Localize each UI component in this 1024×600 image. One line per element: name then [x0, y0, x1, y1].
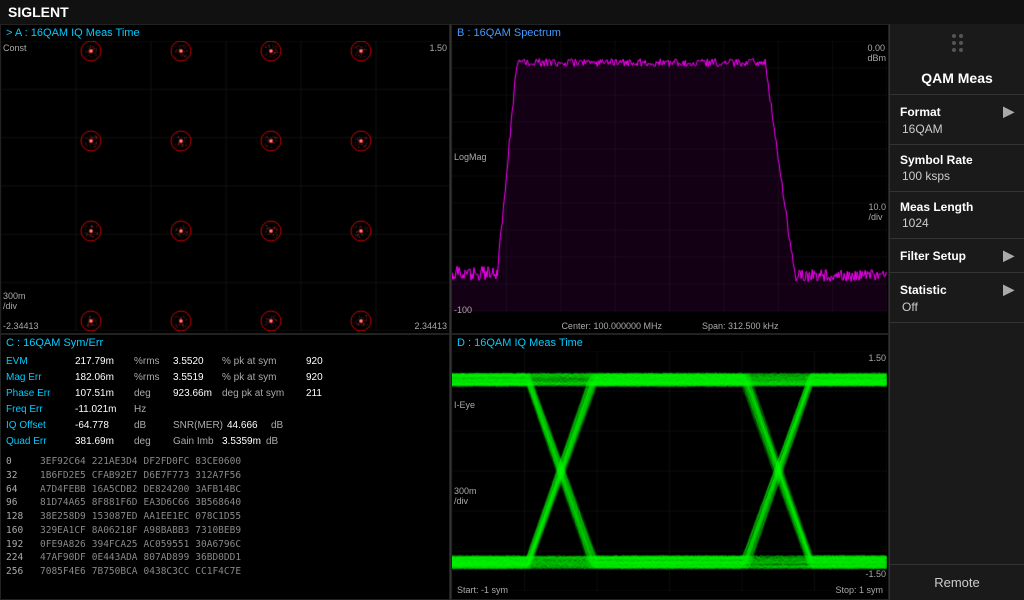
panel-a-y-div: 300m/div [3, 291, 26, 311]
sidebar-item-meas-length: Meas Length 1024 [890, 192, 1024, 239]
spectrum-plot [452, 41, 887, 331]
panel-b-y-top: 0.00dBm [867, 43, 886, 63]
panel-a-title: > A : 16QAM IQ Meas Time [1, 25, 449, 41]
panel-d-y-max: 1.50 [868, 353, 886, 363]
panel-d-y-min: -1.50 [865, 569, 886, 579]
panel-b-span: Span: 312.500 kHz [702, 321, 779, 331]
format-arrow: ▶ [1003, 103, 1014, 120]
panel-b-y-div: 10.0/div [868, 202, 886, 222]
dots-menu [890, 24, 1024, 62]
format-label: Format [900, 105, 941, 119]
panel-d-start: Start: -1 sym [457, 585, 508, 595]
sidebar-title: QAM Meas [890, 62, 1024, 95]
panel-b-center: Center: 100.000000 MHz [561, 321, 662, 331]
symbol-rate-value: 100 ksps [900, 169, 1014, 183]
panel-b-logmag: LogMag [454, 152, 487, 162]
hex-data: 03EF92C64221AE3D4DF2FD0FC83CE0600 321B6F… [1, 453, 449, 581]
constellation-plot [1, 41, 450, 331]
panel-d-stop: Stop: 1 sym [835, 585, 883, 595]
statistic-arrow: ▶ [1003, 281, 1014, 298]
sidebar-item-filter-setup[interactable]: Filter Setup ▶ [890, 239, 1024, 273]
panel-c-title: C : 16QAM Sym/Err [1, 335, 449, 351]
brand-logo: SIGLENT [8, 4, 69, 20]
sidebar-item-format[interactable]: Format ▶ 16QAM [890, 95, 1024, 145]
panel-a-x-min: -2.34413 [3, 321, 39, 331]
filter-setup-label: Filter Setup [900, 249, 966, 263]
symbol-rate-label: Symbol Rate [900, 153, 973, 167]
sidebar-item-statistic[interactable]: Statistic ▶ Off [890, 273, 1024, 323]
statistic-value: Off [900, 300, 1014, 314]
panel-b-title: B : 16QAM Spectrum [452, 25, 888, 41]
panel-d-i-eye: I-Eye [454, 400, 475, 410]
remote-label: Remote [890, 564, 1024, 600]
meas-length-label: Meas Length [900, 200, 973, 214]
eye-diagram-plot [452, 351, 887, 591]
statistic-label: Statistic [900, 283, 947, 297]
panel-d-title: D : 16QAM IQ Meas Time [452, 335, 888, 351]
panel-a-y-label: Const [3, 43, 27, 53]
sidebar-item-symbol-rate: Symbol Rate 100 ksps [890, 145, 1024, 192]
panel-b-y-bottom: -100 [454, 305, 472, 315]
stats-grid: EVM 217.79m %rms 3.5520 % pk at sym 920 … [1, 351, 449, 453]
format-value: 16QAM [900, 122, 1014, 136]
panel-d-y-div: 300m/div [454, 486, 477, 506]
panel-a-y-max: 1.50 [429, 43, 447, 53]
filter-setup-arrow: ▶ [1003, 247, 1014, 264]
panel-a-x-max: 2.34413 [414, 321, 447, 331]
meas-length-value: 1024 [900, 216, 1014, 230]
